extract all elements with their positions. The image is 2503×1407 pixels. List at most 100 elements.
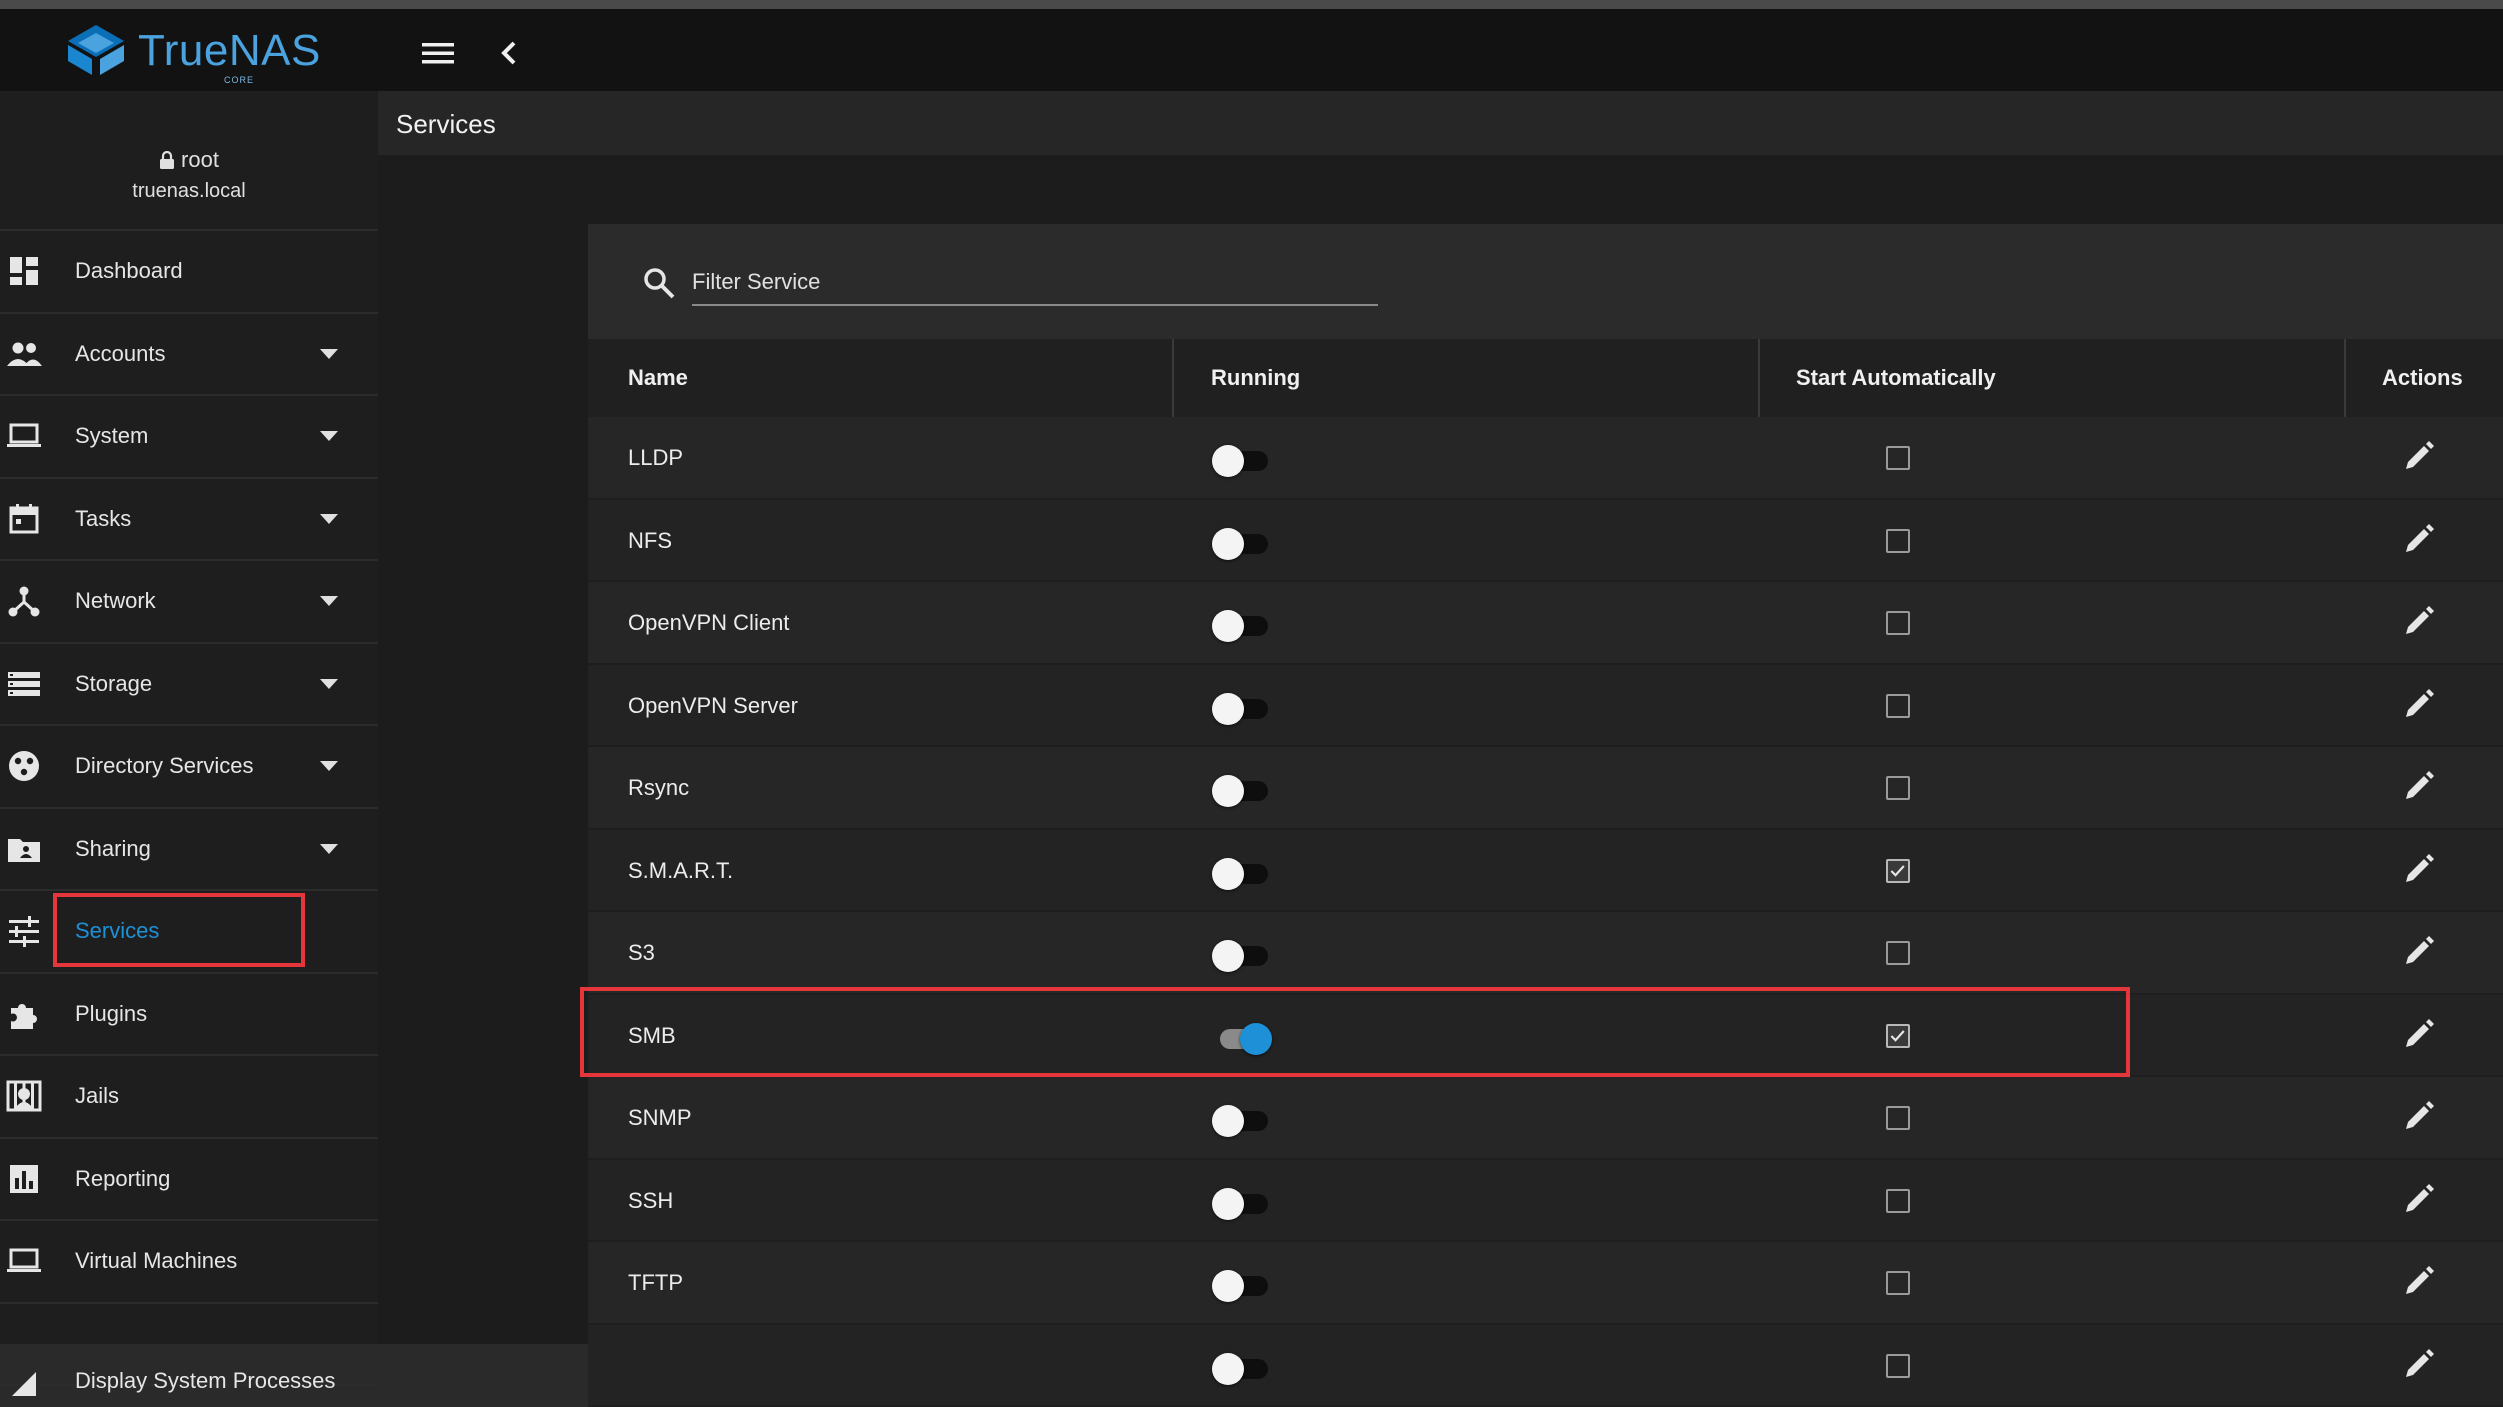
truenas-logo-icon bbox=[62, 23, 130, 79]
sidebar-item-label: Virtual Machines bbox=[75, 1248, 237, 1274]
table-row: Rsync bbox=[588, 747, 2503, 830]
sidebar-item-accounts[interactable]: Accounts bbox=[0, 314, 378, 397]
start-automatically-checkbox[interactable] bbox=[1886, 529, 1910, 553]
brand-sub: CORE bbox=[224, 75, 254, 85]
column-header-start-automatically[interactable]: Start Automatically bbox=[1796, 339, 1996, 417]
running-toggle[interactable] bbox=[1212, 1270, 1272, 1298]
pencil-edit-icon[interactable] bbox=[2398, 602, 2438, 642]
services-table-body: LLDPNFSOpenVPN ClientOpenVPN ServerRsync… bbox=[588, 417, 2503, 1407]
caret-down-icon bbox=[320, 596, 338, 606]
sidebar-item-tasks[interactable]: Tasks bbox=[0, 479, 378, 562]
start-automatically-checkbox[interactable] bbox=[1886, 776, 1910, 800]
service-name: SNMP bbox=[628, 1077, 692, 1159]
column-header-actions: Actions bbox=[2382, 339, 2463, 417]
sidebar-item-network[interactable]: Network bbox=[0, 561, 378, 644]
column-divider bbox=[1172, 339, 1174, 417]
pencil-edit-icon[interactable] bbox=[2398, 1015, 2438, 1055]
toggle-thumb bbox=[1212, 445, 1244, 477]
caret-down-icon bbox=[320, 514, 338, 524]
toggle-thumb bbox=[1240, 1023, 1272, 1055]
running-toggle[interactable] bbox=[1212, 940, 1272, 968]
running-toggle[interactable] bbox=[1212, 528, 1272, 556]
user-name: root bbox=[181, 147, 219, 173]
running-toggle[interactable] bbox=[1212, 858, 1272, 886]
chevron-left-icon[interactable] bbox=[490, 33, 530, 73]
pencil-edit-icon[interactable] bbox=[2398, 1262, 2438, 1302]
running-toggle[interactable] bbox=[1212, 1188, 1272, 1216]
start-automatically-checkbox[interactable] bbox=[1886, 1271, 1910, 1295]
table-row: OpenVPN Server bbox=[588, 665, 2503, 748]
sidebar-item-label: System bbox=[75, 423, 148, 449]
running-toggle[interactable] bbox=[1212, 775, 1272, 803]
table-row: S.M.A.R.T. bbox=[588, 830, 2503, 913]
tune-icon bbox=[6, 913, 42, 949]
sidebar-item-label: Network bbox=[75, 588, 156, 614]
puzzle-icon bbox=[6, 996, 42, 1032]
pencil-edit-icon[interactable] bbox=[2398, 520, 2438, 560]
column-header-name[interactable]: Name bbox=[628, 339, 688, 417]
pencil-edit-icon[interactable] bbox=[2398, 850, 2438, 890]
sidebar-item-plugins[interactable]: Plugins bbox=[0, 974, 378, 1057]
toggle-thumb bbox=[1212, 858, 1244, 890]
sidebar-item-display-system-processes[interactable]: Display System Processes bbox=[0, 1304, 378, 1387]
sidebar-item-label: Display System Processes bbox=[75, 1368, 335, 1394]
running-toggle[interactable] bbox=[1212, 1023, 1272, 1051]
filter-service-input[interactable] bbox=[692, 260, 1378, 306]
service-name: SMB bbox=[628, 995, 676, 1077]
truenas-logo[interactable]: TrueNAS CORE bbox=[62, 23, 321, 79]
service-name: S3 bbox=[628, 912, 655, 994]
processes-icon bbox=[6, 1362, 42, 1398]
pencil-edit-icon[interactable] bbox=[2398, 1180, 2438, 1220]
running-toggle[interactable] bbox=[1212, 610, 1272, 638]
toggle-thumb bbox=[1212, 610, 1244, 642]
table-row: SNMP bbox=[588, 1077, 2503, 1160]
sidebar-item-storage[interactable]: Storage bbox=[0, 644, 378, 727]
sidebar-item-jails[interactable]: Jails bbox=[0, 1056, 378, 1139]
sidebar-item-services[interactable]: Services bbox=[0, 891, 378, 974]
start-automatically-checkbox[interactable] bbox=[1886, 694, 1910, 718]
table-row: OpenVPN Client bbox=[588, 582, 2503, 665]
sidebar-item-sharing[interactable]: Sharing bbox=[0, 809, 378, 892]
running-toggle[interactable] bbox=[1212, 1105, 1272, 1133]
column-divider bbox=[1758, 339, 1760, 417]
network-icon bbox=[6, 583, 42, 619]
sidebar: root truenas.local Dashboard Accounts Sy… bbox=[0, 91, 378, 1344]
sidebar-item-virtual-machines[interactable]: Virtual Machines bbox=[0, 1221, 378, 1304]
toggle-thumb bbox=[1212, 528, 1244, 560]
sidebar-item-label: Jails bbox=[75, 1083, 119, 1109]
pencil-edit-icon[interactable] bbox=[2398, 932, 2438, 972]
pencil-edit-icon[interactable] bbox=[2398, 1097, 2438, 1137]
pencil-edit-icon[interactable] bbox=[2398, 685, 2438, 725]
toggle-thumb bbox=[1212, 1188, 1244, 1220]
sidebar-item-reporting[interactable]: Reporting bbox=[0, 1139, 378, 1222]
sidebar-item-system[interactable]: System bbox=[0, 396, 378, 479]
caret-down-icon bbox=[320, 431, 338, 441]
pencil-edit-icon[interactable] bbox=[2398, 437, 2438, 477]
start-automatically-checkbox[interactable] bbox=[1886, 1106, 1910, 1130]
start-automatically-checkbox[interactable] bbox=[1886, 1189, 1910, 1213]
column-header-running[interactable]: Running bbox=[1211, 339, 1300, 417]
running-toggle[interactable] bbox=[1212, 1353, 1272, 1381]
running-toggle[interactable] bbox=[1212, 693, 1272, 721]
start-automatically-checkbox[interactable] bbox=[1886, 1354, 1910, 1378]
sidebar-item-dashboard[interactable]: Dashboard bbox=[0, 231, 378, 314]
service-name: OpenVPN Server bbox=[628, 665, 798, 747]
toggle-thumb bbox=[1212, 1105, 1244, 1137]
start-automatically-checkbox[interactable] bbox=[1886, 941, 1910, 965]
running-toggle[interactable] bbox=[1212, 445, 1272, 473]
column-divider bbox=[2344, 339, 2346, 417]
table-row bbox=[588, 1325, 2503, 1407]
start-automatically-checkbox[interactable] bbox=[1886, 446, 1910, 470]
sidebar-item-directory-services[interactable]: Directory Services bbox=[0, 726, 378, 809]
service-name: Rsync bbox=[628, 747, 689, 829]
pencil-edit-icon[interactable] bbox=[2398, 1345, 2438, 1385]
start-automatically-checkbox[interactable] bbox=[1886, 1024, 1910, 1048]
pencil-edit-icon[interactable] bbox=[2398, 767, 2438, 807]
start-automatically-checkbox[interactable] bbox=[1886, 859, 1910, 883]
table-row: S3 bbox=[588, 912, 2503, 995]
table-row: SMB bbox=[588, 995, 2503, 1078]
start-automatically-checkbox[interactable] bbox=[1886, 611, 1910, 635]
hamburger-menu-icon[interactable] bbox=[418, 33, 458, 73]
service-name: OpenVPN Client bbox=[628, 582, 789, 664]
sidebar-item-label: Storage bbox=[75, 671, 152, 697]
